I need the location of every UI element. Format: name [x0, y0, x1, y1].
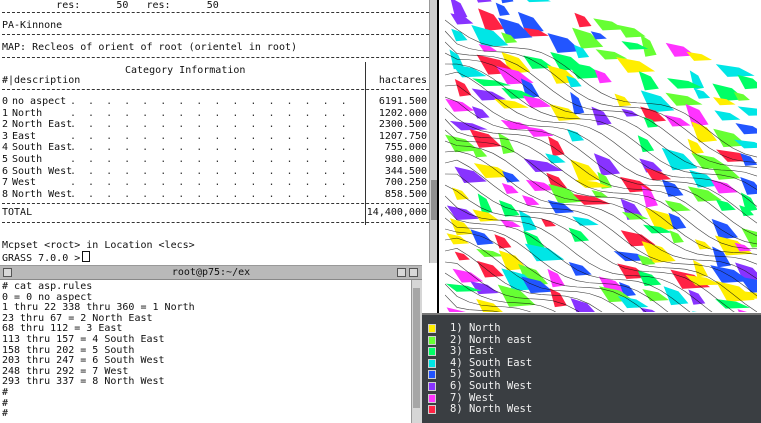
legend-item: 6) South West — [428, 380, 728, 392]
category-hectares: 858.500 — [384, 188, 427, 200]
legend-item: 2) North east — [428, 333, 728, 346]
legend-item: 5) South — [428, 368, 728, 381]
legend-label: 6) South West — [450, 380, 533, 392]
column-hectares: hactares — [378, 75, 427, 86]
dot-leader: . . . . . . . . . . . . . . . . . . . . … — [70, 107, 360, 119]
prompt-line[interactable]: GRASS 7.0.0 > — [2, 251, 91, 264]
terminal-scrollbar[interactable] — [411, 280, 422, 423]
legend-swatch — [428, 382, 436, 391]
minimize-icon[interactable] — [397, 268, 406, 277]
category-hectares: 1202.000 — [378, 107, 427, 119]
category-number: 7 — [2, 177, 9, 189]
category-hectares: 6191.500 — [378, 96, 427, 107]
legend-label: 5) South — [450, 368, 501, 381]
dot-leader: . . . . . . . . . . . . . . . . . . . . … — [70, 188, 360, 200]
dot-leader: . . . . . . . . . . . . . . . . . . . . … — [70, 130, 360, 142]
category-number: 5 — [2, 154, 9, 165]
map-title: MAP: Recleos of orient of root (orientel… — [2, 42, 298, 53]
divider — [2, 34, 429, 35]
legend-label: 1) North — [450, 322, 501, 334]
category-hectares: 700.250 — [384, 177, 427, 189]
legend-item: 4) South East — [428, 356, 728, 369]
category-description: South West — [12, 165, 73, 177]
category-description: South East — [12, 142, 73, 154]
terminal-titlebar[interactable]: root@p75:~/ex — [0, 266, 422, 280]
terminal-line: # — [2, 386, 9, 398]
divider — [2, 57, 429, 58]
category-description: West — [12, 177, 37, 189]
legend-swatch — [428, 370, 436, 380]
legend-swatch — [428, 335, 436, 345]
terminal-window[interactable]: root@p75:~/ex # cat asp.rules 0 = 0 no as… — [0, 265, 422, 423]
legend-item: 3) East — [428, 345, 728, 358]
dot-leader: . . . . . . . . . . . . . . . . . . . . … — [70, 96, 360, 107]
column-description: #|description — [2, 75, 81, 86]
terminal-output[interactable]: # cat asp.rules 0 = 0 no aspect 1 thru 22 … — [2, 281, 410, 423]
legend-swatch — [428, 393, 436, 403]
terminal-line: # cat asp.rules — [2, 281, 93, 292]
category-description: South — [12, 154, 43, 165]
terminal-line: # — [2, 408, 9, 420]
terminal-title: root@p75:~/ex — [171, 267, 251, 278]
legend-window: 1) North 2) North east 3) East 4) South Eas… — [422, 313, 761, 423]
legend-label: 8) North West — [450, 403, 533, 416]
category-hectares: 344.500 — [384, 165, 427, 177]
legend-swatch — [428, 324, 436, 333]
category-number: 6 — [2, 165, 9, 177]
prompt-text: GRASS 7.0.0 > — [2, 253, 81, 264]
divider — [2, 12, 429, 13]
category-hectares: 1207.750 — [378, 130, 427, 142]
category-description: North — [12, 107, 43, 119]
dot-leader: . . . . . . . . . . . . . . . . . . . . … — [70, 154, 360, 165]
dot-leader: . . . . . . . . . . . . . . . . . . . . … — [70, 177, 360, 189]
category-number: 3 — [2, 130, 9, 142]
category-hectares: 755.000 — [384, 142, 427, 154]
category-number: 2 — [2, 119, 9, 131]
total-value: 14,400,000 — [366, 207, 427, 218]
legend-item: 8) North West — [428, 403, 728, 416]
category-description: North West — [12, 188, 73, 200]
legend-swatch — [428, 358, 436, 368]
report-scrollbar[interactable] — [429, 0, 437, 263]
category-number: 0 — [2, 96, 9, 107]
legend-label: 2) North east — [450, 333, 533, 346]
mapset-info-line: Mcpset <roct> in Location <lecs> — [2, 240, 195, 251]
legend-item: 7) West — [428, 391, 728, 404]
category-description: no aspect — [12, 96, 67, 107]
legend-label: 4) South East — [450, 356, 533, 369]
category-hectares: 2300.500 — [378, 119, 427, 131]
category-number: 4 — [2, 142, 9, 154]
total-label: TOTAL — [2, 207, 33, 218]
divider — [2, 203, 429, 204]
category-header: Category Information — [125, 65, 246, 76]
category-number: 1 — [2, 107, 9, 119]
dot-leader: . . . . . . . . . . . . . . . . . . . . … — [70, 142, 360, 154]
category-number: 8 — [2, 188, 9, 200]
category-description: East — [12, 130, 37, 142]
text-cursor — [82, 251, 91, 262]
maximize-icon[interactable] — [409, 268, 418, 277]
legend-label: 7) West — [450, 391, 495, 404]
divider — [2, 89, 429, 90]
terminal-line: 113 thru 157 = 4 South East — [2, 333, 165, 345]
legend-swatch — [428, 347, 436, 357]
divider — [2, 222, 429, 223]
dot-leader: . . . . . . . . . . . . . . . . . . . . … — [70, 119, 360, 131]
report-window: res: 50 res: 50 PA-Kinnone MAP: Recleos … — [0, 0, 437, 263]
dot-leader: . . . . . . . . . . . . . . . . . . . . … — [70, 165, 360, 177]
mapset-label: PA-Kinnone — [2, 20, 63, 31]
category-description: North East — [12, 119, 73, 131]
column-separator — [365, 62, 366, 225]
legend-label: 3) East — [450, 345, 495, 358]
terminal-line: 293 thru 337 = 8 North West — [2, 376, 165, 388]
aspect-map[interactable] — [445, 0, 757, 312]
scrollbar-thumb[interactable] — [413, 288, 420, 408]
resolution-line: res: 50 res: 50 — [2, 0, 219, 11]
terminal-line: # — [2, 397, 9, 409]
legend-item: 1) North — [428, 322, 728, 334]
category-hectares: 980.000 — [384, 154, 427, 165]
legend-swatch — [428, 405, 436, 415]
